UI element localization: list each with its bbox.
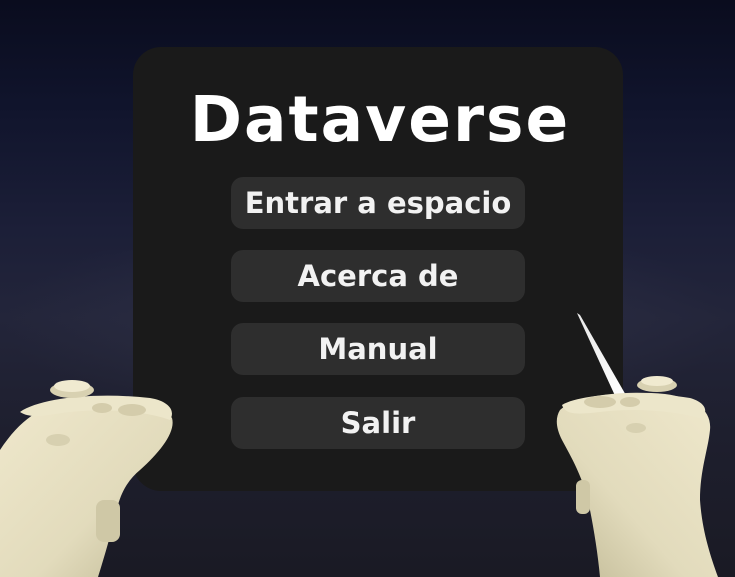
vr-controller-right-icon (556, 376, 718, 577)
vr-scene: Dataverse Entrar a espacio Acerca de Man… (0, 0, 735, 577)
